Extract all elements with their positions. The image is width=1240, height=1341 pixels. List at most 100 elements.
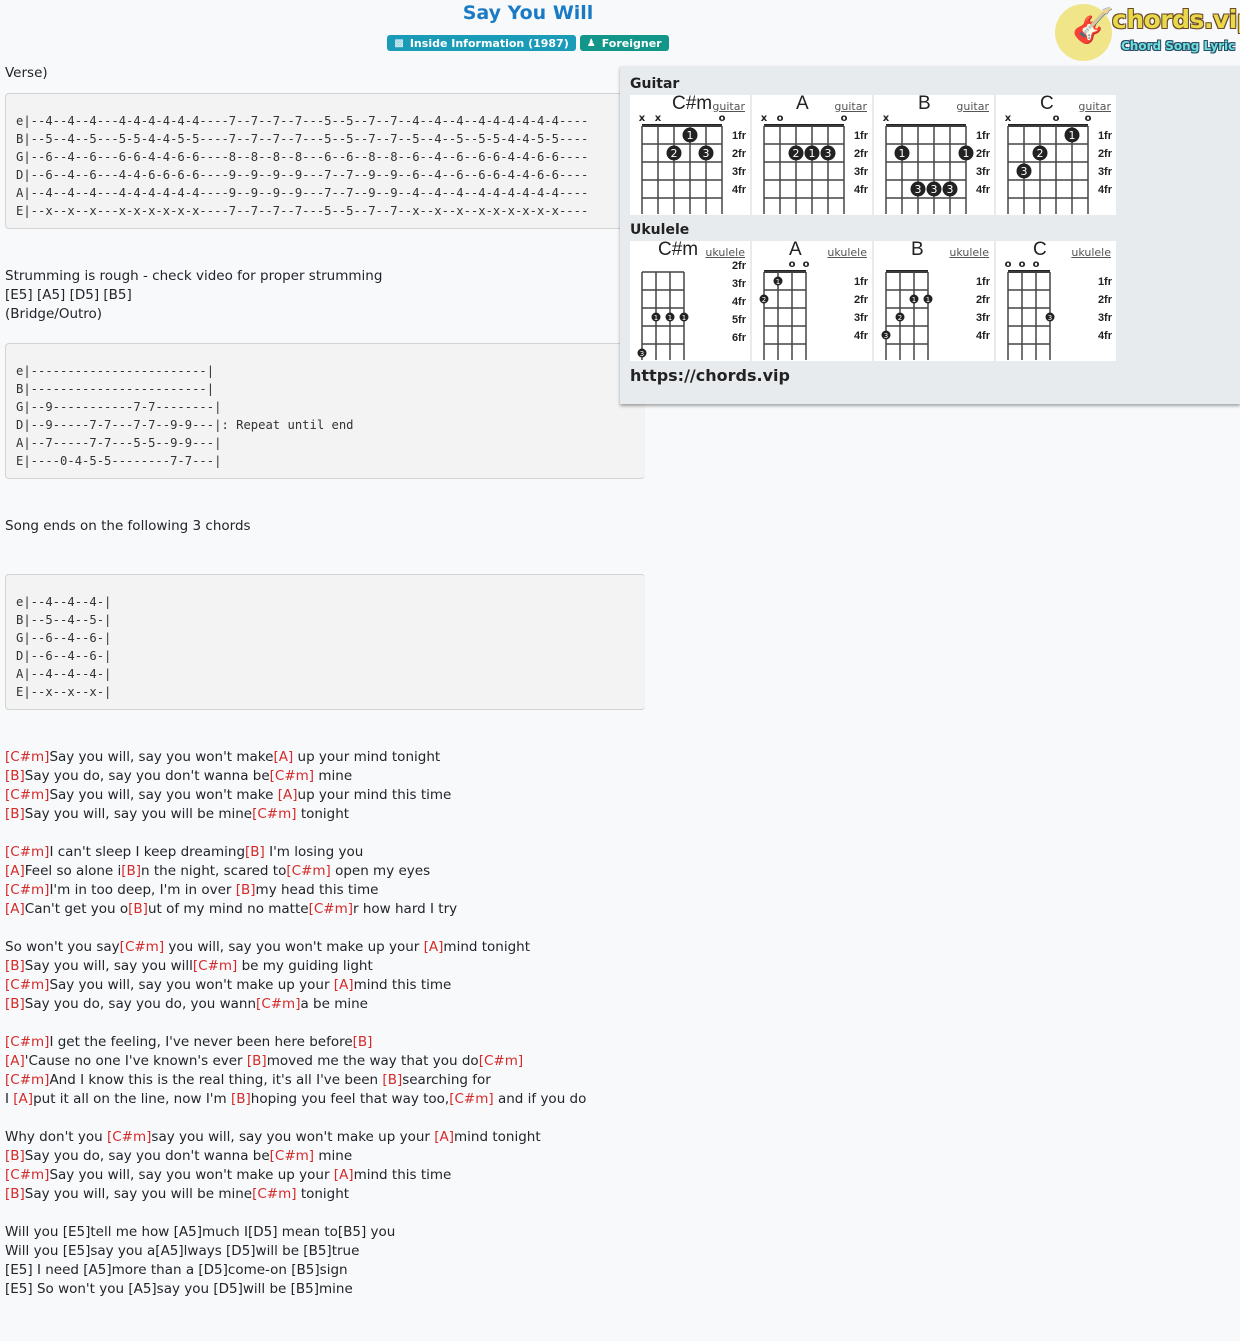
- chord-link[interactable]: [C#m]: [252, 1186, 296, 1202]
- chord-link[interactable]: [B]: [5, 1148, 25, 1164]
- chord-link[interactable]: [B]: [5, 768, 25, 784]
- chord-link[interactable]: [C#m]: [5, 1034, 49, 1050]
- chord-link[interactable]: [C#m]: [120, 939, 164, 955]
- section-label-verse: Verse): [5, 65, 48, 81]
- chord-diagram-a[interactable]: Aguitar x o o 1fr 2fr 3fr 4fr 2 1 3: [752, 93, 872, 215]
- lyric-text: searching for: [402, 1072, 491, 1088]
- lyric-line: [B]Say you will, say you will be mine[C#…: [5, 805, 620, 824]
- lyric-text: r how hard I try: [353, 901, 458, 917]
- lyric-text: a be mine: [300, 996, 368, 1012]
- lyric-text: n the night, scared to: [141, 863, 287, 879]
- lyric-line: [E5] So won't you [A5]say you [D5]will b…: [5, 1281, 353, 1297]
- lyric-text: I can't sleep I keep dreaming: [49, 844, 246, 860]
- chord-link[interactable]: [B]: [382, 1072, 402, 1088]
- chord-link[interactable]: [A]: [5, 863, 25, 879]
- book-icon: ▩: [394, 37, 404, 49]
- chord-grid: 1fr 2fr 3fr 4fr 1 1 2 3: [881, 270, 991, 360]
- chord-link[interactable]: [C#m]: [5, 787, 49, 803]
- lyric-text: Say you do, say you don't wanna be: [24, 1148, 270, 1164]
- chord-link[interactable]: [C#m]: [5, 1167, 49, 1183]
- finger-number: 3: [947, 183, 954, 196]
- chord-link[interactable]: [A]: [278, 787, 298, 803]
- finger-number: 3: [915, 183, 922, 196]
- lyric-line: I [A]put it all on the line, now I'm [B]…: [5, 1090, 620, 1109]
- chord-link[interactable]: [A]: [434, 1129, 454, 1145]
- chord-diagram-csharpm[interactable]: C#m guitar x x o 1fr 2fr 3fr 4fr 1 2 3: [630, 93, 750, 215]
- chord-link[interactable]: [A]: [5, 901, 25, 917]
- chord-link[interactable]: [B]: [247, 1053, 267, 1069]
- chord-diagram-a[interactable]: Aukulele o o 1fr 2fr 3fr 4fr 1 2: [752, 239, 872, 361]
- fret-label: 2fr: [732, 260, 747, 272]
- chord-link[interactable]: [C#m]: [5, 977, 49, 993]
- album-badge[interactable]: ▩ Inside Information (1987): [387, 35, 576, 51]
- chord-link[interactable]: [C#m]: [5, 749, 49, 765]
- fret-label: 1fr: [1098, 130, 1113, 142]
- open-string-marker: o: [789, 259, 796, 270]
- chord-link[interactable]: [A]: [5, 1053, 25, 1069]
- finger-number: 1: [776, 278, 780, 286]
- chord-diagram-b[interactable]: Bguitar x 1fr 2fr 3fr 4fr 1 1 3 3 3: [874, 93, 994, 215]
- chord-link[interactable]: [C#m]: [107, 1129, 151, 1145]
- chord-link[interactable]: [A]: [334, 977, 354, 993]
- finger-number: 1: [687, 129, 694, 142]
- finger-number: 1: [926, 296, 930, 304]
- lyric-text: ut of my mind no matte: [147, 901, 309, 917]
- chord-link[interactable]: [C#m]: [449, 1091, 493, 1107]
- chord-link[interactable]: [C#m]: [252, 806, 296, 822]
- chord-link[interactable]: [B]: [353, 1034, 373, 1050]
- chord-link[interactable]: [B]: [5, 958, 25, 974]
- chord-link[interactable]: [B]: [128, 901, 148, 917]
- finger-number: 3: [640, 350, 644, 358]
- chord-link[interactable]: [C#m]: [5, 882, 49, 898]
- chord-diagram-csharpm[interactable]: C#m ukulele 2fr 3fr 4fr 5fr 6fr 1 1 1 3: [630, 239, 750, 361]
- lyric-text: mine: [314, 768, 353, 784]
- chord-link[interactable]: [C#m]: [309, 901, 353, 917]
- lyric-text: mine: [314, 1148, 353, 1164]
- chord-link[interactable]: [C#m]: [5, 1072, 49, 1088]
- chord-link[interactable]: [C#m]: [479, 1053, 523, 1069]
- guitar-icon: 🎸: [1072, 6, 1115, 46]
- chord-link[interactable]: [B]: [5, 996, 25, 1012]
- chord-link[interactable]: [B]: [5, 1186, 25, 1202]
- site-logo[interactable]: 🎸 chords.vip Chord Song Lyric: [1054, 3, 1240, 63]
- guitar-diagrams: C#m guitar x x o 1fr 2fr 3fr 4fr 1 2 3 Aguitar x o o 1fr…: [630, 93, 1116, 215]
- chord-link[interactable]: [A]: [13, 1091, 33, 1107]
- chord-link[interactable]: [B]: [236, 882, 256, 898]
- chord-link[interactable]: [A]: [334, 1167, 354, 1183]
- chord-link[interactable]: [C#m]: [193, 958, 237, 974]
- chord-link[interactable]: [B]: [5, 806, 25, 822]
- fret-label: 4fr: [1098, 184, 1113, 196]
- section-label-bridge: (Bridge/Outro): [5, 306, 103, 322]
- chord-diagram-c[interactable]: Cguitar x o o 1fr 2fr 3fr 4fr 1 2 3: [996, 93, 1116, 215]
- finger-number: 1: [654, 314, 658, 322]
- finger-number: 1: [963, 147, 970, 160]
- finger-number: 3: [1048, 314, 1052, 322]
- fret-label: 1fr: [1098, 276, 1113, 288]
- chord-link[interactable]: [C#m]: [270, 1148, 314, 1164]
- chord-link[interactable]: [A]: [424, 939, 444, 955]
- chord-link[interactable]: [B]: [245, 844, 265, 860]
- lyric-line: [B]Say you do, say you don't wanna be[C#…: [5, 767, 620, 786]
- chord-link[interactable]: [C#m]: [5, 844, 49, 860]
- open-string-marker: o: [1005, 259, 1012, 270]
- chord-link[interactable]: [B]: [231, 1091, 251, 1107]
- chord-link[interactable]: [B]: [121, 863, 141, 879]
- lyric-text: and if you do: [493, 1091, 587, 1107]
- fret-label: 4fr: [854, 184, 869, 196]
- chord-link[interactable]: [A]: [273, 749, 293, 765]
- finger-number: 1: [899, 147, 906, 160]
- artist-badge[interactable]: ♟ Foreigner: [579, 35, 669, 51]
- chord-diagram-b[interactable]: Bukulele 1fr 2fr 3fr 4fr 1 1 2 3: [874, 239, 994, 361]
- fret-label: 4fr: [976, 184, 991, 196]
- site-url[interactable]: https://chords.vip: [630, 366, 790, 385]
- muted-string-marker: x: [655, 113, 662, 124]
- chord-link[interactable]: [C#m]: [256, 996, 300, 1012]
- open-string-marker: o: [1033, 259, 1040, 270]
- lyric-text: tonight: [296, 806, 350, 822]
- chord-link[interactable]: [C#m]: [286, 863, 330, 879]
- lyric-line: So won't you say[C#m] you will, say you …: [5, 938, 620, 957]
- chord-diagram-c[interactable]: Cukulele o o o 1fr 2fr 3fr 4fr 3: [996, 239, 1116, 361]
- lyric-line: [B]Say you do, say you do, you wann[C#m]…: [5, 995, 620, 1014]
- chord-link[interactable]: [C#m]: [270, 768, 314, 784]
